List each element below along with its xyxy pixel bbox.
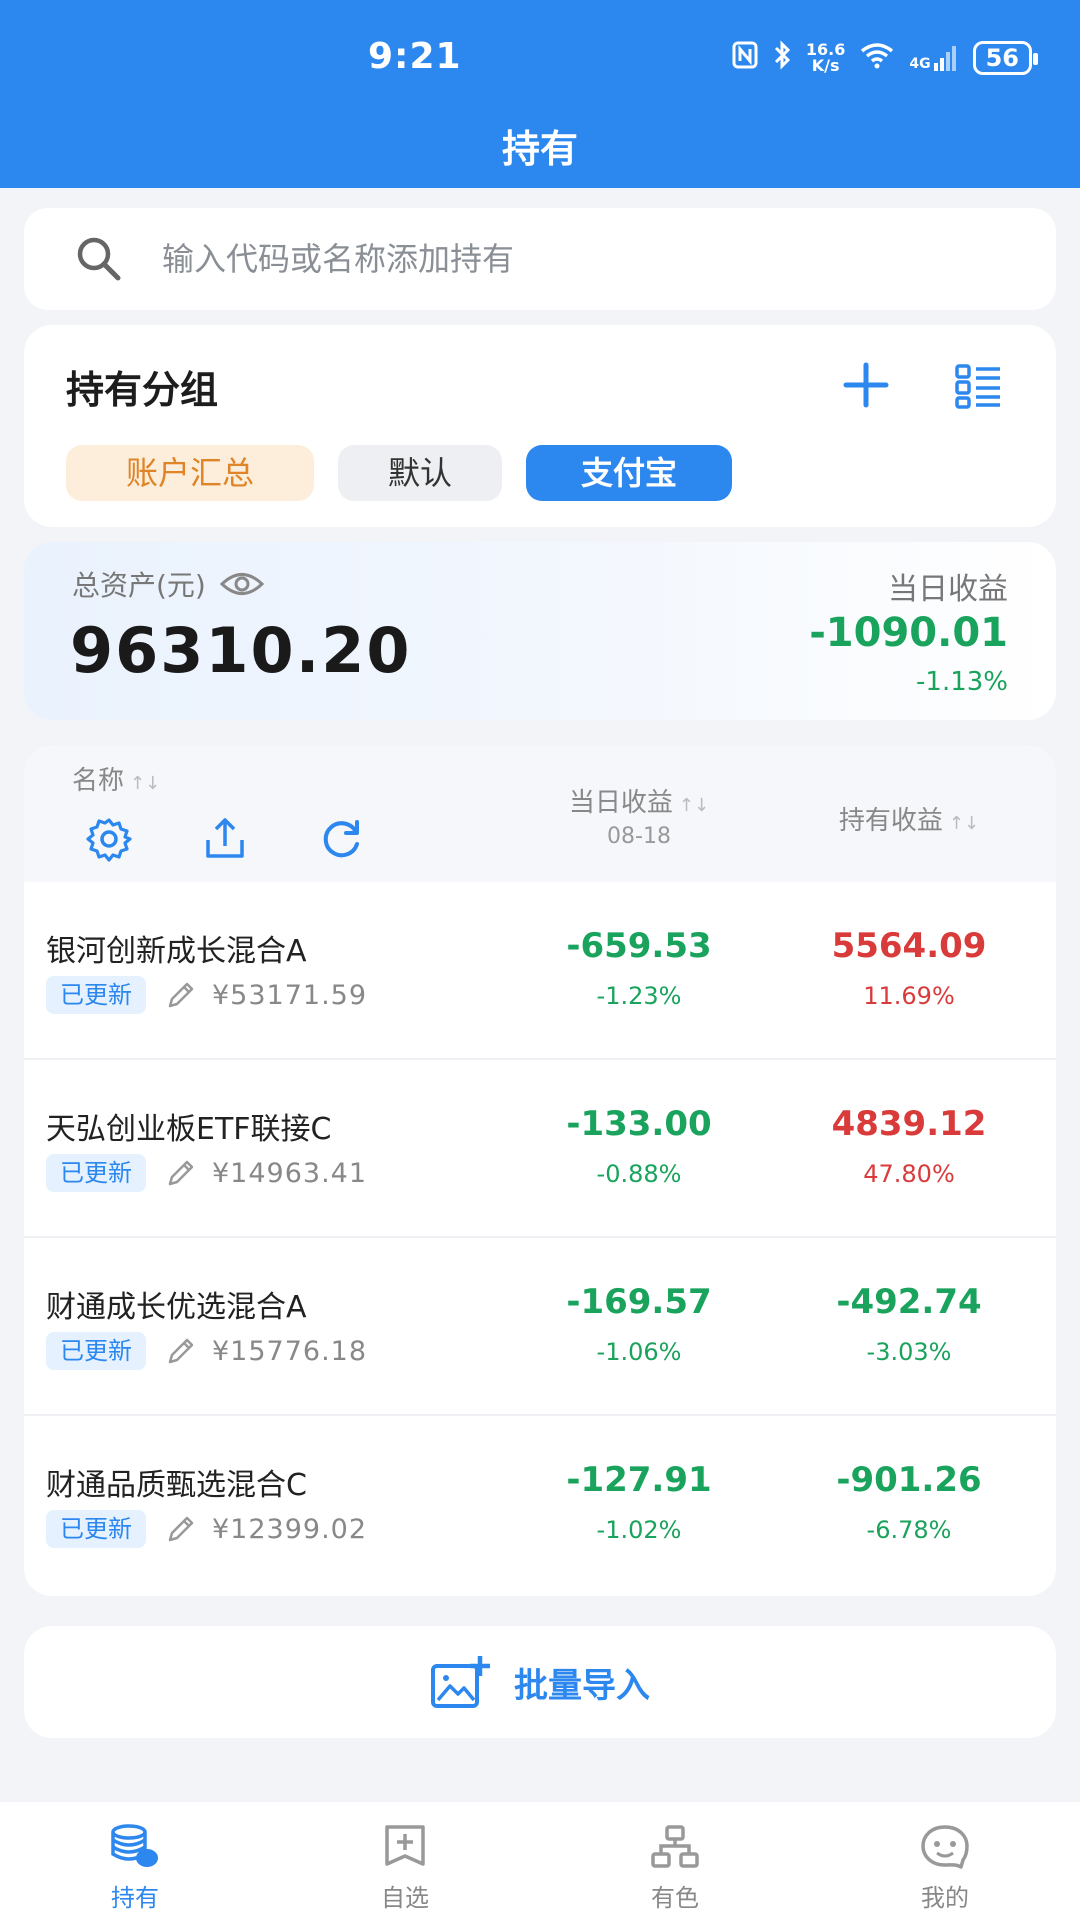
- row-meta: 已更新 ¥53171.59: [46, 976, 367, 1014]
- coins-icon: [111, 1824, 158, 1867]
- day-profit-value: -659.53: [566, 926, 712, 966]
- hold-profit-value: -492.74: [836, 1282, 982, 1322]
- fund-name: 天弘创业板ETF联接C: [46, 1112, 332, 1147]
- settings-gear-icon[interactable]: [86, 816, 132, 862]
- hold-profit-percent: -3.03%: [866, 1338, 952, 1366]
- fund-name: 财通成长优选混合A: [46, 1290, 307, 1325]
- hold-profit-value: 5564.09: [831, 926, 987, 966]
- updated-badge: 已更新: [46, 1332, 146, 1370]
- day-profit-value: -1090.01: [809, 610, 1008, 656]
- battery-indicator: 56: [972, 41, 1039, 75]
- updated-badge: 已更新: [46, 976, 146, 1014]
- wifi-icon: [859, 41, 895, 75]
- chip-account-summary[interactable]: 账户汇总: [66, 445, 314, 501]
- total-assets-label: 总资产(元): [72, 569, 206, 602]
- day-profit-percent: -1.23%: [596, 982, 682, 1010]
- column-day-profit-header[interactable]: 当日收益 ↑↓: [514, 782, 764, 819]
- net-speed: 16.6 K/s: [805, 40, 846, 75]
- tab-label: 自选: [381, 1884, 429, 1912]
- column-name-header[interactable]: 名称 ↑↓: [72, 760, 160, 797]
- day-profit-percent: -1.06%: [596, 1338, 682, 1366]
- holding-row[interactable]: 银河创新成长混合A 已更新 ¥53171.59 -659.53 -1.23% 5…: [24, 882, 1056, 1060]
- tab-watchlist[interactable]: 自选: [270, 1802, 540, 1920]
- tab-label: 我的: [921, 1884, 969, 1912]
- row-meta: 已更新 ¥14963.41: [46, 1154, 367, 1192]
- image-add-icon: [431, 1656, 490, 1708]
- pencil-icon[interactable]: [164, 1334, 198, 1368]
- cell-signal-icon: 4G: [909, 45, 958, 71]
- pencil-icon[interactable]: [164, 1156, 198, 1190]
- status-time: 9:21: [368, 36, 462, 77]
- asset-summary-card: 总资产(元) 96310.20 当日收益 -1090.01 -1.13%: [24, 542, 1056, 720]
- pencil-icon[interactable]: [164, 978, 198, 1012]
- add-group-icon[interactable]: [838, 357, 894, 413]
- holding-amount: ¥12399.02: [212, 1513, 368, 1545]
- holding-row[interactable]: 财通成长优选混合A 已更新 ¥15776.18 -169.57 -1.06% -…: [24, 1238, 1056, 1416]
- group-chips: 账户汇总 默认 支付宝: [66, 445, 732, 501]
- hold-profit-value: -901.26: [836, 1460, 982, 1500]
- row-meta: 已更新 ¥15776.18: [46, 1332, 367, 1370]
- fund-name: 银河创新成长混合A: [46, 934, 307, 969]
- holding-row[interactable]: 财通品质甄选混合C 已更新 ¥12399.02 -127.91 -1.02% -…: [24, 1416, 1056, 1594]
- day-profit-percent: -1.13%: [916, 667, 1008, 697]
- day-profit-percent: -1.02%: [596, 1516, 682, 1544]
- holding-groups-card: 持有分组 账户汇总 默认 支付宝: [24, 325, 1056, 527]
- search-input[interactable]: [162, 240, 962, 278]
- table-header: 名称 ↑↓ 当日收益 ↑↓ 08-18 持有收益 ↑↓: [24, 746, 1056, 882]
- sort-icon: ↑↓: [130, 773, 161, 794]
- share-upload-icon[interactable]: [202, 816, 248, 862]
- fund-name: 财通品质甄选混合C: [46, 1468, 307, 1503]
- bluetooth-icon: [772, 40, 792, 76]
- hold-profit-value: 4839.12: [831, 1104, 987, 1144]
- app-header: 9:21 16.6 K/s 4G 56 持有: [0, 0, 1080, 188]
- tab-holdings[interactable]: 持有: [0, 1802, 270, 1920]
- bookmark-add-icon: [385, 1825, 425, 1866]
- holding-amount: ¥53171.59: [212, 979, 368, 1011]
- holding-amount: ¥15776.18: [212, 1335, 368, 1367]
- chip-default[interactable]: 默认: [338, 445, 502, 501]
- chat-face-icon: [921, 1825, 969, 1869]
- tab-metals[interactable]: 有色: [540, 1802, 810, 1920]
- tab-label: 有色: [651, 1884, 699, 1912]
- hold-profit-percent: -6.78%: [866, 1516, 952, 1544]
- hold-profit-percent: 47.80%: [863, 1160, 955, 1188]
- sort-icon: ↑↓: [948, 813, 980, 834]
- status-icons: 16.6 K/s 4G 56: [732, 40, 1039, 76]
- refresh-icon[interactable]: [318, 816, 364, 862]
- sort-icon: ↑↓: [678, 795, 710, 816]
- day-profit-value: -133.00: [566, 1104, 712, 1144]
- groups-title: 持有分组: [66, 368, 219, 412]
- updated-badge: 已更新: [46, 1510, 146, 1548]
- eye-icon[interactable]: [219, 571, 264, 597]
- hierarchy-icon: [651, 1825, 699, 1868]
- tab-label: 持有: [111, 1884, 159, 1912]
- batch-import-label: 批量导入: [514, 1665, 650, 1706]
- day-profit-value: -127.91: [566, 1460, 712, 1500]
- group-list-icon[interactable]: [954, 361, 1004, 411]
- chip-alipay[interactable]: 支付宝: [526, 445, 732, 501]
- pencil-icon[interactable]: [164, 1512, 198, 1546]
- total-assets-label-row: 总资产(元): [72, 564, 264, 604]
- hold-profit-percent: 11.69%: [863, 982, 955, 1010]
- day-profit-value: -169.57: [566, 1282, 712, 1322]
- nfc-icon: [732, 41, 758, 75]
- table-tools: [86, 816, 364, 862]
- column-hold-profit-header[interactable]: 持有收益 ↑↓: [784, 800, 1034, 837]
- total-assets-value: 96310.20: [70, 614, 412, 687]
- day-profit-label: 当日收益: [888, 572, 1008, 607]
- day-profit-percent: -0.88%: [596, 1160, 682, 1188]
- holding-row[interactable]: 天弘创业板ETF联接C 已更新 ¥14963.41 -133.00 -0.88%…: [24, 1060, 1056, 1238]
- holding-amount: ¥14963.41: [212, 1157, 368, 1189]
- tab-mine[interactable]: 我的: [810, 1802, 1080, 1920]
- holdings-table: 名称 ↑↓ 当日收益 ↑↓ 08-18 持有收益 ↑↓ 银河创新成长混合A 已更…: [24, 746, 1056, 1596]
- column-day-date: 08-18: [607, 824, 671, 849]
- search-bar[interactable]: [24, 208, 1056, 310]
- bottom-tab-bar: 持有 自选 有色 我的: [0, 1802, 1080, 1920]
- page-title: 持有: [501, 127, 578, 171]
- row-meta: 已更新 ¥12399.02: [46, 1510, 367, 1548]
- batch-import-button[interactable]: 批量导入: [24, 1626, 1056, 1738]
- updated-badge: 已更新: [46, 1154, 146, 1192]
- search-icon: [77, 237, 121, 281]
